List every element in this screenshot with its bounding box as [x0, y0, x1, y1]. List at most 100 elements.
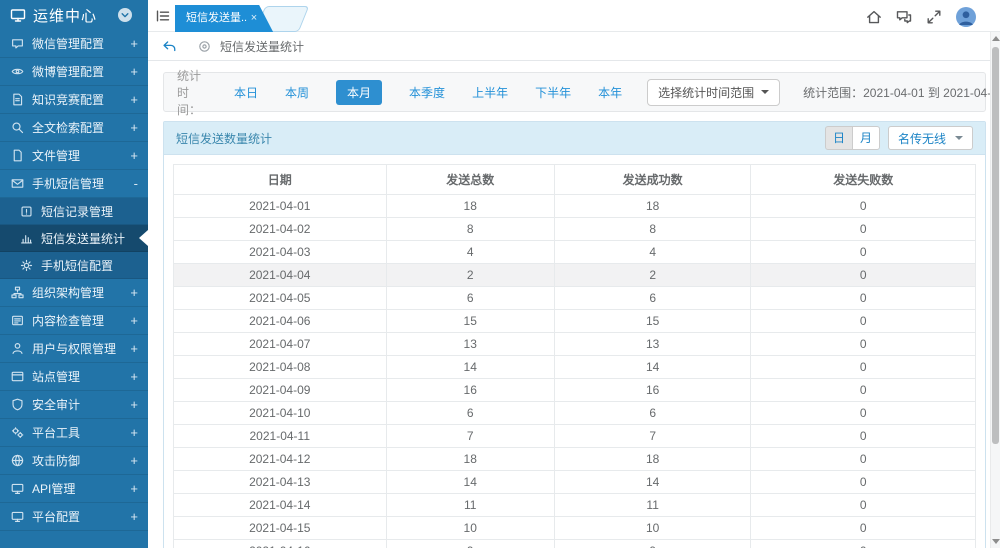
cell-date: 2021-04-05 [174, 287, 387, 310]
cell-value: 0 [751, 448, 976, 471]
sidebar-item[interactable]: 微博管理配置+ [0, 58, 148, 86]
filter-option[interactable]: 本月 [336, 80, 382, 105]
table-row[interactable]: 2021-04-1411110 [174, 494, 976, 517]
sidebar-item[interactable]: 安全审计+ [0, 391, 148, 419]
sidebar-item[interactable]: 组织架构管理+ [0, 279, 148, 307]
cell-value: 18 [554, 195, 750, 218]
sms-record-icon [20, 205, 33, 218]
cell-value: 18 [554, 448, 750, 471]
weibo-icon [11, 65, 24, 78]
expand-plus-icon: + [130, 454, 138, 467]
expand-plus-icon: + [130, 286, 138, 299]
table-row[interactable]: 2021-04-03440 [174, 241, 976, 264]
date-range-dropdown[interactable]: 选择统计时间范围 [647, 79, 780, 106]
breadcrumb: 短信发送量统计 [148, 32, 1000, 61]
filter-option[interactable]: 本周 [285, 84, 309, 101]
sitemap-icon [11, 286, 24, 299]
cell-value: 0 [751, 195, 976, 218]
table-row[interactable]: 2021-04-0713130 [174, 333, 976, 356]
caret-down-icon [761, 90, 769, 94]
cell-value: 13 [554, 333, 750, 356]
filter-options: 本日 本周 本月 本季度 上半年 下半年 本年 [234, 80, 622, 105]
sidebar-item[interactable]: API管理+ [0, 475, 148, 503]
cell-date: 2021-04-13 [174, 471, 387, 494]
table-row[interactable]: 2021-04-0814140 [174, 356, 976, 379]
sidebar-header: 运维中心 [0, 0, 148, 30]
expand-plus-icon: + [130, 93, 138, 106]
unit-button[interactable]: 月 [852, 126, 880, 150]
top-actions [866, 7, 976, 27]
cell-value: 6 [554, 287, 750, 310]
sidebar-item[interactable]: 短信发送量统计 [0, 225, 148, 252]
filter-option[interactable]: 下半年 [535, 84, 571, 101]
sidebar-item-label: 安全审计 [32, 396, 80, 413]
gear-icon [20, 259, 33, 272]
user-avatar[interactable] [956, 7, 976, 27]
sidebar-toggle-icon[interactable] [155, 8, 171, 24]
cell-value: 8 [386, 218, 554, 241]
filter-option[interactable]: 本日 [234, 84, 258, 101]
scroll-down-arrow-icon[interactable] [992, 539, 1000, 544]
filter-option[interactable]: 本年 [598, 84, 622, 101]
cell-date: 2021-04-14 [174, 494, 387, 517]
expand-plus-icon: + [130, 314, 138, 327]
expand-plus-icon: + [130, 426, 138, 439]
chevron-down-circle-icon[interactable] [117, 7, 133, 23]
sidebar-item-label: 短信记录管理 [41, 203, 113, 220]
expand-icon[interactable] [926, 9, 942, 25]
sidebar-item[interactable]: 站点管理+ [0, 363, 148, 391]
sidebar-item[interactable]: 手机短信管理- [0, 170, 148, 198]
table-header-row: 日期发送总数发送成功数发送失败数 [174, 165, 976, 195]
sidebar-item[interactable]: 全文检索配置+ [0, 114, 148, 142]
sidebar-item[interactable]: 平台配置+ [0, 503, 148, 531]
operator-select[interactable]: 名传无线 [888, 126, 973, 150]
sidebar-item[interactable]: 知识竞赛配置+ [0, 86, 148, 114]
table-row[interactable]: 2021-04-10660 [174, 402, 976, 425]
range-text: 统计范围：2021-04-01 到 2021-04-30 [803, 84, 1000, 101]
sidebar-item[interactable]: 攻击防御+ [0, 447, 148, 475]
sidebar-item[interactable]: 短信记录管理 [0, 198, 148, 225]
filter-option[interactable]: 本季度 [409, 84, 445, 101]
back-button[interactable] [162, 39, 177, 54]
expand-plus-icon: + [130, 121, 138, 134]
sidebar-item[interactable]: 平台工具+ [0, 419, 148, 447]
unit-button[interactable]: 日 [825, 126, 853, 150]
comments-icon[interactable] [896, 9, 912, 25]
cell-value: 7 [554, 425, 750, 448]
desktop-icon [11, 482, 24, 495]
vertical-scrollbar[interactable] [990, 32, 1000, 548]
filter-option[interactable]: 上半年 [472, 84, 508, 101]
table-row[interactable]: 2021-04-11770 [174, 425, 976, 448]
wechat-icon [11, 37, 24, 50]
scroll-up-arrow-icon[interactable] [992, 36, 1000, 41]
table-row[interactable]: 2021-04-1314140 [174, 471, 976, 494]
table-row[interactable]: 2021-04-0615150 [174, 310, 976, 333]
gears-icon [11, 426, 24, 439]
search-icon [11, 121, 24, 134]
table-row[interactable]: 2021-04-1510100 [174, 517, 976, 540]
sidebar-item[interactable]: 文件管理+ [0, 142, 148, 170]
cell-date: 2021-04-16 [174, 540, 387, 548]
sidebar-item[interactable]: 微信管理配置+ [0, 30, 148, 58]
sidebar-item[interactable]: 用户与权限管理+ [0, 335, 148, 363]
sidebar-item[interactable]: 手机短信配置 [0, 252, 148, 279]
cell-date: 2021-04-15 [174, 517, 387, 540]
cell-value: 0 [751, 379, 976, 402]
tab-bar: 短信发送量.. × [148, 0, 1000, 32]
home-icon[interactable] [866, 9, 882, 25]
sidebar-item-label: 内容检查管理 [32, 312, 104, 329]
sidebar-item-label: 站点管理 [32, 368, 80, 385]
stats-table: 日期发送总数发送成功数发送失败数 2021-04-01181802021-04-… [173, 164, 976, 548]
table-row[interactable]: 2021-04-05660 [174, 287, 976, 310]
tab-sms-volume[interactable]: 短信发送量.. × [175, 5, 273, 32]
table-row[interactable]: 2021-04-0118180 [174, 195, 976, 218]
table-row[interactable]: 2021-04-04220 [174, 264, 976, 287]
table-row[interactable]: 2021-04-16990 [174, 540, 976, 548]
scrollbar-thumb[interactable] [992, 47, 999, 444]
table-row[interactable]: 2021-04-1218180 [174, 448, 976, 471]
sidebar-item[interactable]: 内容检查管理 + [0, 307, 148, 335]
filter-panel: 统计时间： 本日本周本月本季度上半年下半年本年 选择统计时间范围 统计范围：20… [163, 72, 986, 112]
table-row[interactable]: 2021-04-02880 [174, 218, 976, 241]
close-icon[interactable]: × [251, 5, 257, 32]
table-row[interactable]: 2021-04-0916160 [174, 379, 976, 402]
